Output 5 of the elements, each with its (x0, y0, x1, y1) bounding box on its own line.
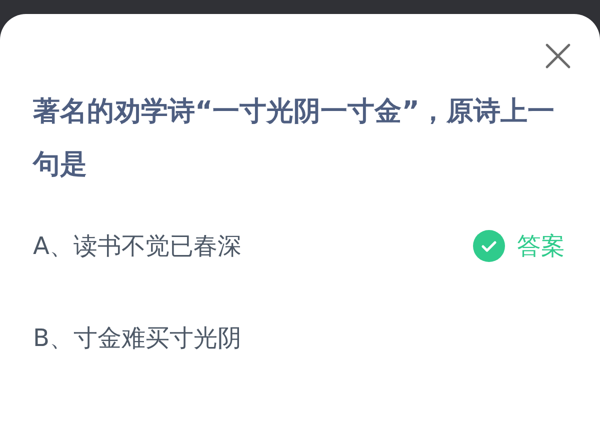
option-text[interactable]: A、读书不觉已春深 (33, 228, 242, 264)
option-text[interactable]: B、寸金难买寸光阴 (33, 320, 242, 356)
question-text: 著名的劝学诗“一寸光阴一寸金”，原诗上一句是 (33, 95, 556, 182)
close-icon[interactable] (543, 41, 573, 71)
answer-label: 答案 (517, 231, 565, 262)
